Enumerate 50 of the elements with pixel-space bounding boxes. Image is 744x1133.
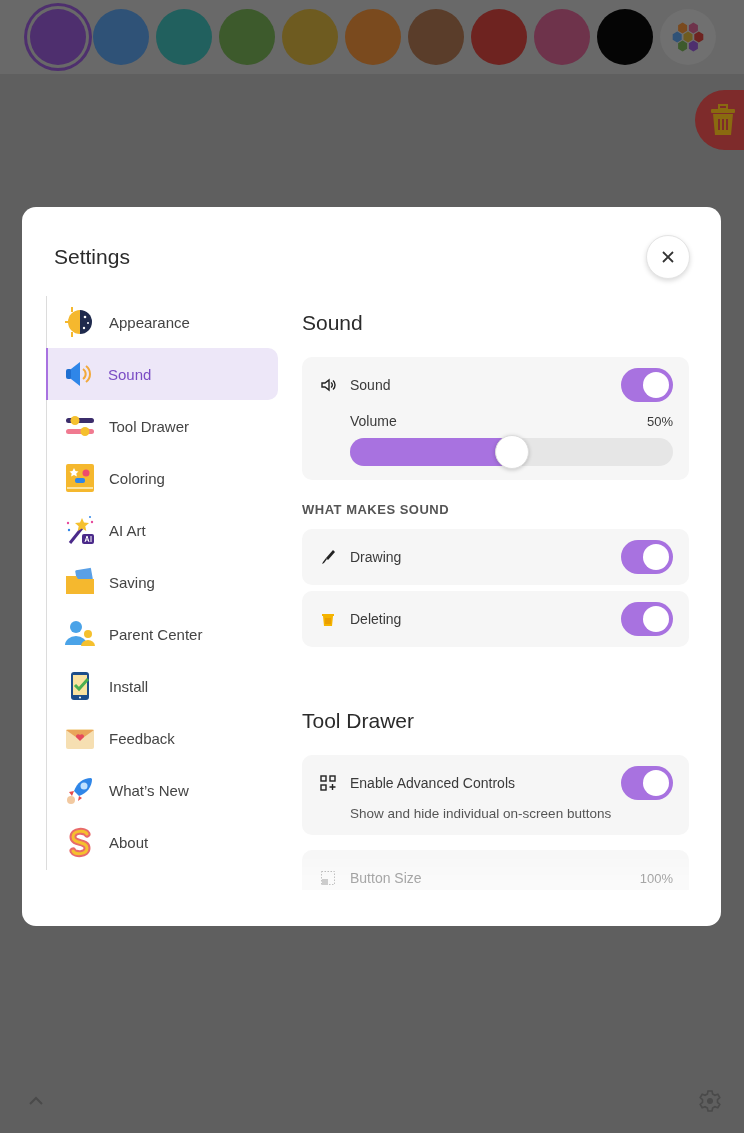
toggle-switch[interactable] xyxy=(621,766,673,800)
color-swatch[interactable] xyxy=(156,9,212,65)
color-swatch[interactable] xyxy=(408,9,464,65)
setting-label: Button Size xyxy=(350,870,423,886)
sidebar-item[interactable]: Saving xyxy=(47,556,279,608)
slider-label: Volume xyxy=(350,413,397,429)
setting-label: Deleting xyxy=(350,611,403,627)
grid-plus-icon xyxy=(320,775,336,791)
color-swatch[interactable] xyxy=(219,9,275,65)
slider-thumb[interactable] xyxy=(494,435,529,469)
close-button[interactable] xyxy=(646,235,690,279)
sidebar-item[interactable]: Coloring xyxy=(47,452,279,504)
sidebar-item[interactable]: Sound xyxy=(46,348,278,400)
setting-description: Show and hide individual on-screen buttons xyxy=(349,806,613,821)
pen-icon xyxy=(320,549,336,565)
volume-slider[interactable] xyxy=(350,438,673,466)
color-swatch[interactable] xyxy=(597,9,653,65)
trash-icon xyxy=(320,611,336,627)
sidebar-item[interactable]: About xyxy=(47,816,279,868)
sidebar-item[interactable]: AI Art xyxy=(47,504,279,556)
color-swatch[interactable] xyxy=(534,9,590,65)
value-text: 100% xyxy=(639,870,673,886)
toggle-switch[interactable] xyxy=(621,540,673,574)
slider-value: 50% xyxy=(646,413,673,429)
color-swatch[interactable] xyxy=(93,9,149,65)
sidebar-item[interactable]: Install xyxy=(47,660,279,712)
speaker-icon xyxy=(320,377,336,393)
color-swatch[interactable] xyxy=(282,9,338,65)
section-heading: Sound xyxy=(302,310,364,336)
sidebar-item[interactable]: What’s New xyxy=(47,764,279,816)
section-heading: Tool Drawer xyxy=(302,708,416,734)
setting-label: Sound xyxy=(350,377,392,393)
sidebar-item[interactable]: Tool Drawer xyxy=(47,400,279,452)
setting-label: Enable Advanced Controls xyxy=(350,775,516,791)
dialog-title: Settings xyxy=(54,245,130,269)
magic-wand-icon xyxy=(64,514,96,546)
group-label: WHAT MAKES SOUND xyxy=(302,502,451,518)
sidebar-item[interactable]: Appearance xyxy=(47,296,279,348)
sidebar-item[interactable]: Feedback xyxy=(47,712,279,764)
delete-button[interactable] xyxy=(695,90,744,150)
trash-icon xyxy=(709,104,737,136)
color-swatch[interactable] xyxy=(471,9,527,65)
setting-label: Drawing xyxy=(350,549,403,565)
color-swatch[interactable] xyxy=(345,9,401,65)
picture-card-icon xyxy=(64,462,96,494)
toggle-switch[interactable] xyxy=(621,602,673,636)
dotted-square-icon xyxy=(320,870,336,886)
toggle-switch[interactable] xyxy=(621,368,673,402)
close-icon xyxy=(661,250,675,264)
sidebar-item[interactable]: Parent Center xyxy=(47,608,279,660)
